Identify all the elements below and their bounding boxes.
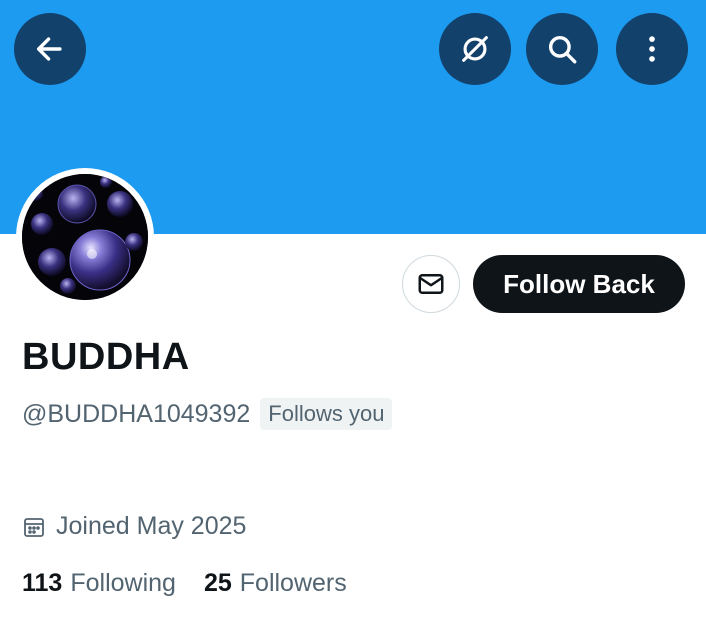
following-link[interactable]: 113 Following [22,569,176,598]
followers-label: Followers [239,569,347,597]
display-name: BUDDHA [22,336,190,378]
user-handle: @BUDDHA1049392 [22,399,251,428]
joined-date-row: Joined May 2025 [22,512,246,541]
mail-icon [418,274,444,294]
back-button[interactable] [14,13,86,85]
search-icon [548,35,577,64]
joined-date: Joined May 2025 [56,512,247,540]
search-button[interactable] [526,13,598,85]
following-count: 113 [22,569,63,597]
bubbles-image [22,174,148,300]
grok-button[interactable] [439,13,511,85]
message-button[interactable] [402,255,460,313]
avatar[interactable] [16,168,154,306]
calendar-icon [24,517,44,537]
follow-back-button[interactable]: Follow Back [473,255,685,313]
follow-stats: 113 Following 25 Followers [22,569,375,598]
follows-you-badge: Follows you [260,398,393,430]
avatar-image [22,174,148,300]
handle-row: @BUDDHA1049392 Follows you [22,398,393,430]
following-label: Following [70,569,176,597]
profile-page: Follow Back BUDDHA @BUDDHA1049392 Follow… [0,0,706,635]
more-options-button[interactable] [616,13,688,85]
grok-icon [462,36,488,62]
followers-link[interactable]: 25 Followers [204,569,347,598]
more-vertical-icon [649,36,655,62]
followers-count: 25 [203,569,232,597]
back-arrow-icon [36,37,62,61]
